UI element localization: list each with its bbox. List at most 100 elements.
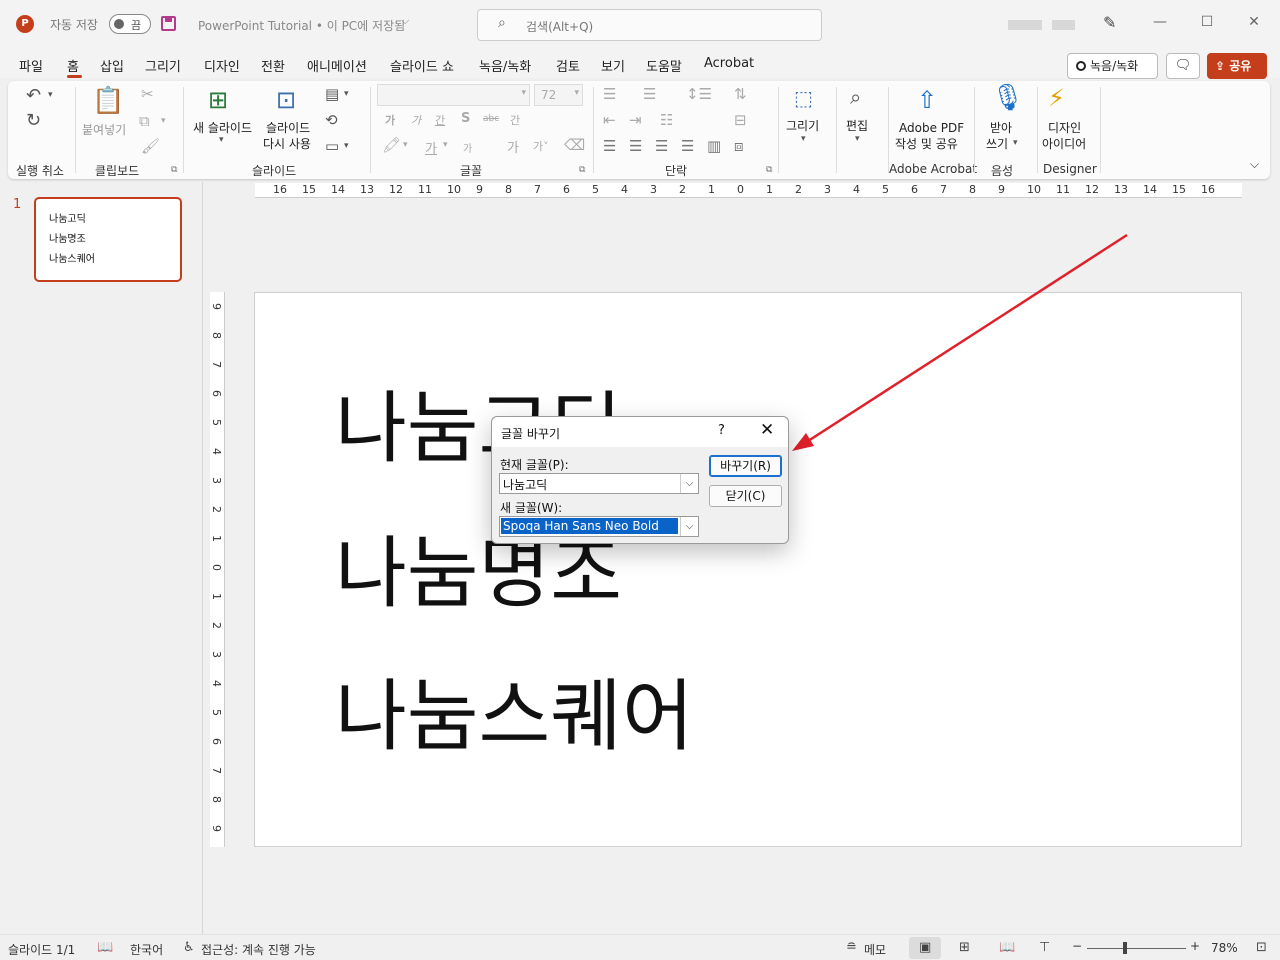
strikethrough-icon[interactable]: abc [483,114,499,124]
help-icon[interactable]: ? [718,423,725,438]
italic-icon[interactable]: 가 [411,112,421,128]
zoom-slider-thumb[interactable] [1123,942,1127,954]
undo-dropdown-icon[interactable]: ▾ [48,90,53,100]
slide-thumbnail[interactable]: 나눔고딕 나눔명조 나눔스퀘어 [34,197,182,282]
current-font-select[interactable]: 나눔고딕 ⌵ [499,473,699,494]
save-icon[interactable] [161,16,176,31]
distributed-icon[interactable]: ▥ [707,137,721,155]
slideshow-view-icon[interactable]: ⊤ [1039,940,1050,955]
notes-button[interactable]: 메모 [864,941,886,958]
share-button[interactable]: ⇪ 공유 [1207,53,1267,79]
close-button[interactable]: 닫기(C) [709,485,782,507]
dictate-label-1[interactable]: 받아 [990,120,1012,136]
adobe-pdf-label-2[interactable]: 작성 및 공유 [895,136,958,152]
bullets-icon[interactable]: ☰ [603,85,616,103]
font-name-combo[interactable]: ▾ [377,84,530,106]
bold-icon[interactable]: 가 [385,112,395,128]
highlight-dropdown-icon[interactable]: ▾ [403,140,408,150]
spelling-icon[interactable]: 📖 [97,940,113,955]
copy-icon[interactable]: ⧉ [139,112,150,130]
vertical-ruler[interactable]: 9 8 7 6 5 4 3 2 1 0 1 2 3 4 5 6 7 8 9 [210,292,225,847]
reading-view-icon[interactable]: 📖 [999,940,1015,955]
designer-label-1[interactable]: 디자인 [1048,120,1081,136]
reuse-slides-label-1[interactable]: 슬라이드 [266,120,310,136]
align-right-icon[interactable]: ☰ [655,137,668,155]
tab-home[interactable]: 홈 [67,56,79,75]
format-painter-icon[interactable]: 🖌 [141,137,160,155]
numbering-icon[interactable]: ☰ [643,85,656,103]
align-left-icon[interactable]: ☰ [603,137,616,155]
smartart-icon[interactable]: ⧈ [734,137,744,155]
accessibility-icon[interactable]: ♿ [183,940,195,955]
account-name-redacted[interactable] [1008,20,1042,30]
new-font-value[interactable]: Spoqa Han Sans Neo Bold [501,518,678,534]
font-color-dropdown-icon[interactable]: ▾ [443,140,448,150]
new-slide-dropdown-icon[interactable]: ▾ [219,135,224,145]
zoom-slider[interactable] [1087,948,1186,949]
record-button[interactable]: 녹음/녹화 [1067,53,1158,79]
normal-view-icon[interactable]: ▣ [919,940,931,955]
slide-canvas[interactable]: 나눔고딕 나눔명조 나눔스퀘어 [254,292,1242,847]
increase-indent-icon[interactable]: ⇥ [629,111,642,129]
tab-insert[interactable]: 삽입 [100,56,124,75]
tab-file[interactable]: 파일 [19,56,43,75]
adobe-pdf-icon[interactable]: ⇧ [917,86,937,114]
designer-label-2[interactable]: 아이디어 [1042,136,1086,152]
grow-font-icon[interactable]: 가 [507,137,519,156]
account-avatar-redacted[interactable] [1052,20,1075,30]
ribbon-collapse-icon[interactable]: ⌵ [1250,157,1259,172]
cut-icon[interactable]: ✂ [141,85,154,103]
horizontal-ruler[interactable]: 16 15 14 13 12 11 10 9 8 7 6 5 4 3 2 1 0 1 2 3 4 5 6 7 8 9 10 11 12 1… [255,183,1242,198]
minimize-icon[interactable]: — [1150,14,1170,30]
dictate-dropdown-icon[interactable]: ▾ [1013,138,1018,148]
zoom-out-icon[interactable]: − [1072,939,1082,953]
section-icon[interactable]: ▭ [325,137,339,155]
tab-draw[interactable]: 그리기 [145,56,181,75]
tab-animations[interactable]: 애니메이션 [307,56,367,75]
redo-icon[interactable]: ↻ [26,110,41,131]
reset-icon[interactable]: ⟲ [325,111,338,129]
section-dropdown-icon[interactable]: ▾ [344,141,349,151]
comments-button[interactable]: 🗨 [1166,53,1200,79]
char-spacing-icon[interactable]: 간 [510,112,520,128]
edit-dropdown-icon[interactable]: ▾ [855,134,860,144]
dictate-label-2[interactable]: 쓰기 [986,136,1008,152]
draw-label[interactable]: 그리기 [786,118,819,134]
document-title[interactable]: PowerPoint Tutorial • 이 PC에 저장됨 [198,17,405,34]
paragraph-launcher-icon[interactable]: ⧉ [766,165,772,175]
font-color-icon[interactable]: 가 [425,138,437,157]
microphone-icon[interactable]: 🎙 [991,83,1024,113]
notes-icon[interactable]: ≘ [846,940,857,955]
tab-review[interactable]: 검토 [556,56,580,75]
edit-label[interactable]: 편집 [846,118,868,134]
clear-formatting-icon[interactable]: ⌫ [564,136,585,154]
replace-button[interactable]: 바꾸기(R) [709,455,782,477]
shrink-font-icon[interactable]: 가˅ [533,138,549,154]
new-slide-icon[interactable]: ⊞ [208,86,228,114]
chevron-down-icon[interactable]: ⌵ [680,517,698,536]
tab-view[interactable]: 보기 [601,56,625,75]
chevron-down-icon[interactable]: ⌵ [680,474,698,493]
clipboard-launcher-icon[interactable]: ⧉ [171,165,177,175]
maximize-icon[interactable]: ☐ [1197,14,1217,30]
chevron-down-icon[interactable]: ⌵ [401,14,409,28]
tab-help[interactable]: 도움말 [646,56,682,75]
tab-acrobat[interactable]: Acrobat [704,56,754,71]
adobe-pdf-label-1[interactable]: Adobe PDF [899,120,964,136]
reuse-slides-icon[interactable]: ⊡ [276,86,296,114]
align-center-icon[interactable]: ☰ [629,137,642,155]
draw-icon[interactable]: ⬚ [794,86,813,110]
undo-icon[interactable]: ↶ [26,85,41,106]
slide-text-line[interactable]: 나눔명조 [335,534,622,614]
close-window-icon[interactable]: ✕ [1244,14,1264,30]
underline-icon[interactable]: 간 [435,112,445,128]
text-direction-icon[interactable]: ⇅ [734,85,747,103]
designer-icon[interactable]: ⚡ [1048,84,1065,112]
draw-dropdown-icon[interactable]: ▾ [801,134,806,144]
tab-transitions[interactable]: 전환 [261,56,285,75]
justify-icon[interactable]: ☰ [681,137,694,155]
tab-design[interactable]: 디자인 [204,56,240,75]
language-indicator[interactable]: 한국어 [130,941,163,958]
tab-slideshow[interactable]: 슬라이드 쇼 [390,56,454,75]
accessibility-status[interactable]: 접근성: 계속 진행 가능 [201,941,316,958]
